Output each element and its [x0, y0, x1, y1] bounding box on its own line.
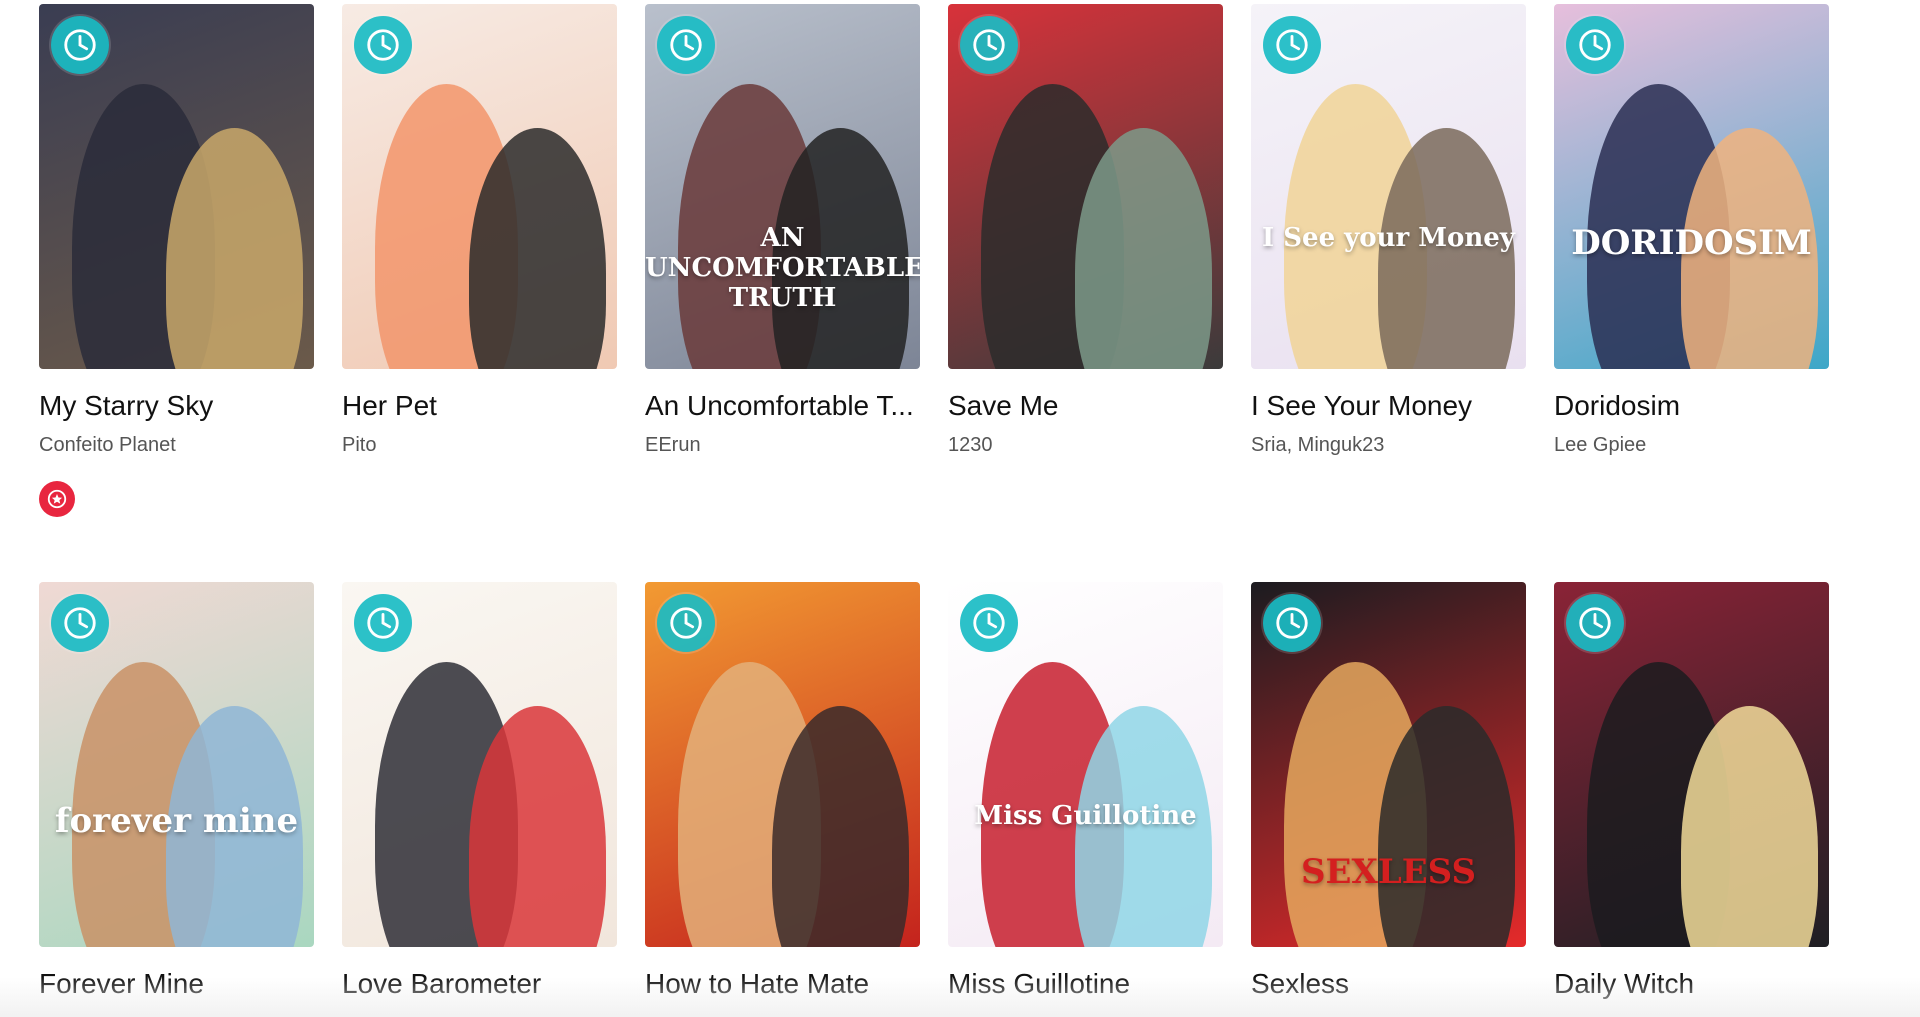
series-cover-thumbnail[interactable]: [39, 4, 314, 369]
cover-title-art: DORIDOSIM: [1571, 223, 1812, 263]
series-card[interactable]: forever mineForever Mine: [39, 582, 314, 1001]
wait-free-badge: [1566, 594, 1624, 652]
wait-free-badge: [657, 16, 715, 74]
series-card[interactable]: Daily Witch: [1554, 582, 1829, 1001]
star-award-icon: [46, 488, 68, 510]
series-title[interactable]: Save Me: [948, 389, 1223, 423]
series-title[interactable]: I See Your Money: [1251, 389, 1526, 423]
series-card[interactable]: AN UNCOMFORTABLE TRUTH An Uncomfortable T…: [645, 4, 920, 457]
clock-icon: [1576, 604, 1614, 642]
series-row: forever mineForever MineLove BarometerHo…: [39, 582, 1839, 1001]
series-card[interactable]: Miss GuillotineMiss Guillotine: [948, 582, 1223, 1001]
series-title[interactable]: My Starry Sky: [39, 389, 314, 423]
series-cover-thumbnail[interactable]: [645, 582, 920, 947]
clock-icon: [364, 604, 402, 642]
series-cover-thumbnail[interactable]: [342, 4, 617, 369]
series-author: 1230: [948, 434, 993, 456]
wait-free-badge: [1263, 594, 1321, 652]
cover-title-art: Miss Guillotine: [974, 801, 1197, 831]
series-cover-thumbnail[interactable]: forever mine: [39, 582, 314, 947]
series-cover-thumbnail[interactable]: SEXLESS: [1251, 582, 1526, 947]
series-title[interactable]: Doridosim: [1554, 389, 1829, 423]
clock-icon: [1273, 26, 1311, 64]
series-author: Sria, Minguk23: [1251, 434, 1385, 456]
series-cover-thumbnail[interactable]: I See your Money: [1251, 4, 1526, 369]
series-card[interactable]: How to Hate Mate: [645, 582, 920, 1001]
series-card[interactable]: DORIDOSIM Doridosim Lee Gpiee: [1554, 4, 1829, 457]
clock-icon: [970, 26, 1008, 64]
series-cover-thumbnail[interactable]: [1554, 582, 1829, 947]
award-badge[interactable]: [39, 481, 75, 517]
wait-free-badge: [354, 594, 412, 652]
wait-free-badge: [1566, 16, 1624, 74]
clock-icon: [61, 26, 99, 64]
wait-free-badge: [354, 16, 412, 74]
cover-title-art: I See your Money: [1262, 223, 1515, 253]
clock-icon: [667, 604, 705, 642]
wait-free-badge: [1263, 16, 1321, 74]
series-author: Confeito Planet: [39, 434, 176, 456]
series-cover-thumbnail[interactable]: [342, 582, 617, 947]
series-cover-thumbnail[interactable]: AN UNCOMFORTABLE TRUTH: [645, 4, 920, 369]
series-cover-thumbnail[interactable]: DORIDOSIM: [1554, 4, 1829, 369]
series-card[interactable]: SEXLESSSexless: [1251, 582, 1526, 1001]
cover-title-art: forever mine: [54, 801, 299, 841]
series-card[interactable]: I See your Money I See Your Money Sria, Mi…: [1251, 4, 1526, 457]
bottom-fade: [0, 977, 1920, 1017]
clock-icon: [61, 604, 99, 642]
series-card[interactable]: Her Pet Pito: [342, 4, 617, 457]
series-author: Pito: [342, 434, 377, 456]
series-card[interactable]: Save Me 1230: [948, 4, 1223, 457]
wait-free-badge: [51, 16, 109, 74]
series-card[interactable]: My Starry Sky Confeito Planet: [39, 4, 314, 457]
series-title[interactable]: An Uncomfortable T...: [645, 389, 920, 423]
clock-icon: [1273, 604, 1311, 642]
series-card[interactable]: Love Barometer: [342, 582, 617, 1001]
series-grid: My Starry Sky Confeito Planet Her Pet Pito A…: [39, 4, 1839, 1001]
clock-icon: [1576, 26, 1614, 64]
series-cover-thumbnail[interactable]: Miss Guillotine: [948, 582, 1223, 947]
series-title[interactable]: Her Pet: [342, 389, 617, 423]
wait-free-badge: [960, 16, 1018, 74]
clock-icon: [667, 26, 705, 64]
clock-icon: [970, 604, 1008, 642]
wait-free-badge: [51, 594, 109, 652]
row-meta: [39, 457, 1839, 582]
cover-title-art: AN UNCOMFORTABLE TRUTH: [645, 223, 920, 313]
series-cover-thumbnail[interactable]: [948, 4, 1223, 369]
series-row: My Starry Sky Confeito Planet Her Pet Pito A…: [39, 4, 1839, 457]
wait-free-badge: [657, 594, 715, 652]
series-author: EErun: [645, 434, 701, 456]
cover-title-art: SEXLESS: [1300, 852, 1477, 893]
wait-free-badge: [960, 594, 1018, 652]
clock-icon: [364, 26, 402, 64]
series-author: Lee Gpiee: [1554, 434, 1647, 456]
